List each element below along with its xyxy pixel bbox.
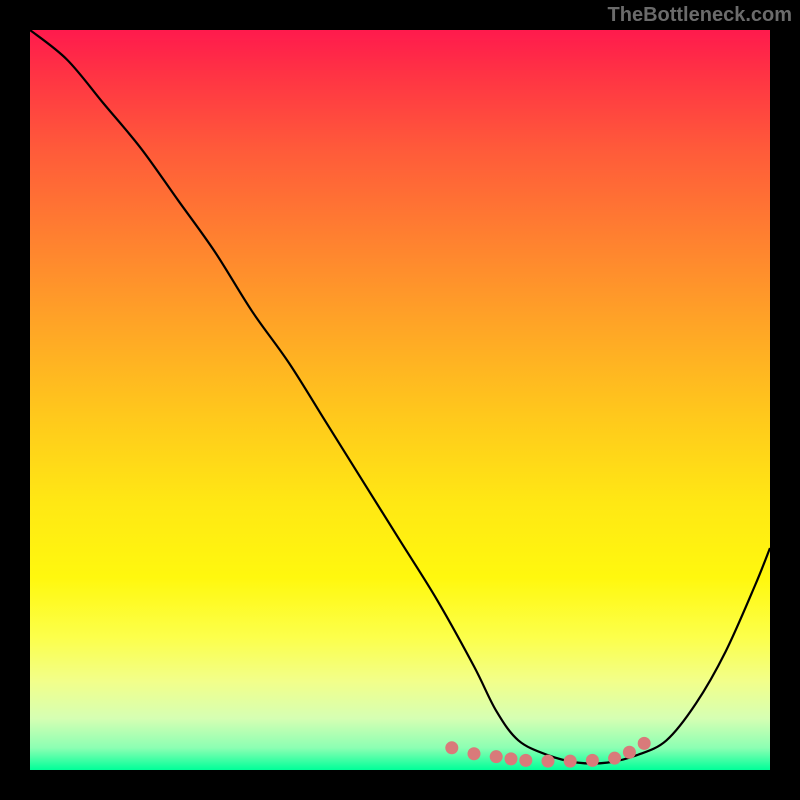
marker-dot [490,750,503,763]
marker-dot [468,747,481,760]
chart-svg [30,30,770,770]
plot-area [30,30,770,770]
marker-dot [542,755,555,768]
marker-dot [564,755,577,768]
marker-dot [638,737,651,750]
marker-dot [608,752,621,765]
watermark-text: TheBottleneck.com [608,4,792,27]
marker-dot [519,754,532,767]
marker-dot [505,752,518,765]
dotted-markers [445,737,650,768]
marker-dot [586,754,599,767]
marker-dot [445,741,458,754]
curve-path [30,30,770,764]
marker-dot [623,746,636,759]
